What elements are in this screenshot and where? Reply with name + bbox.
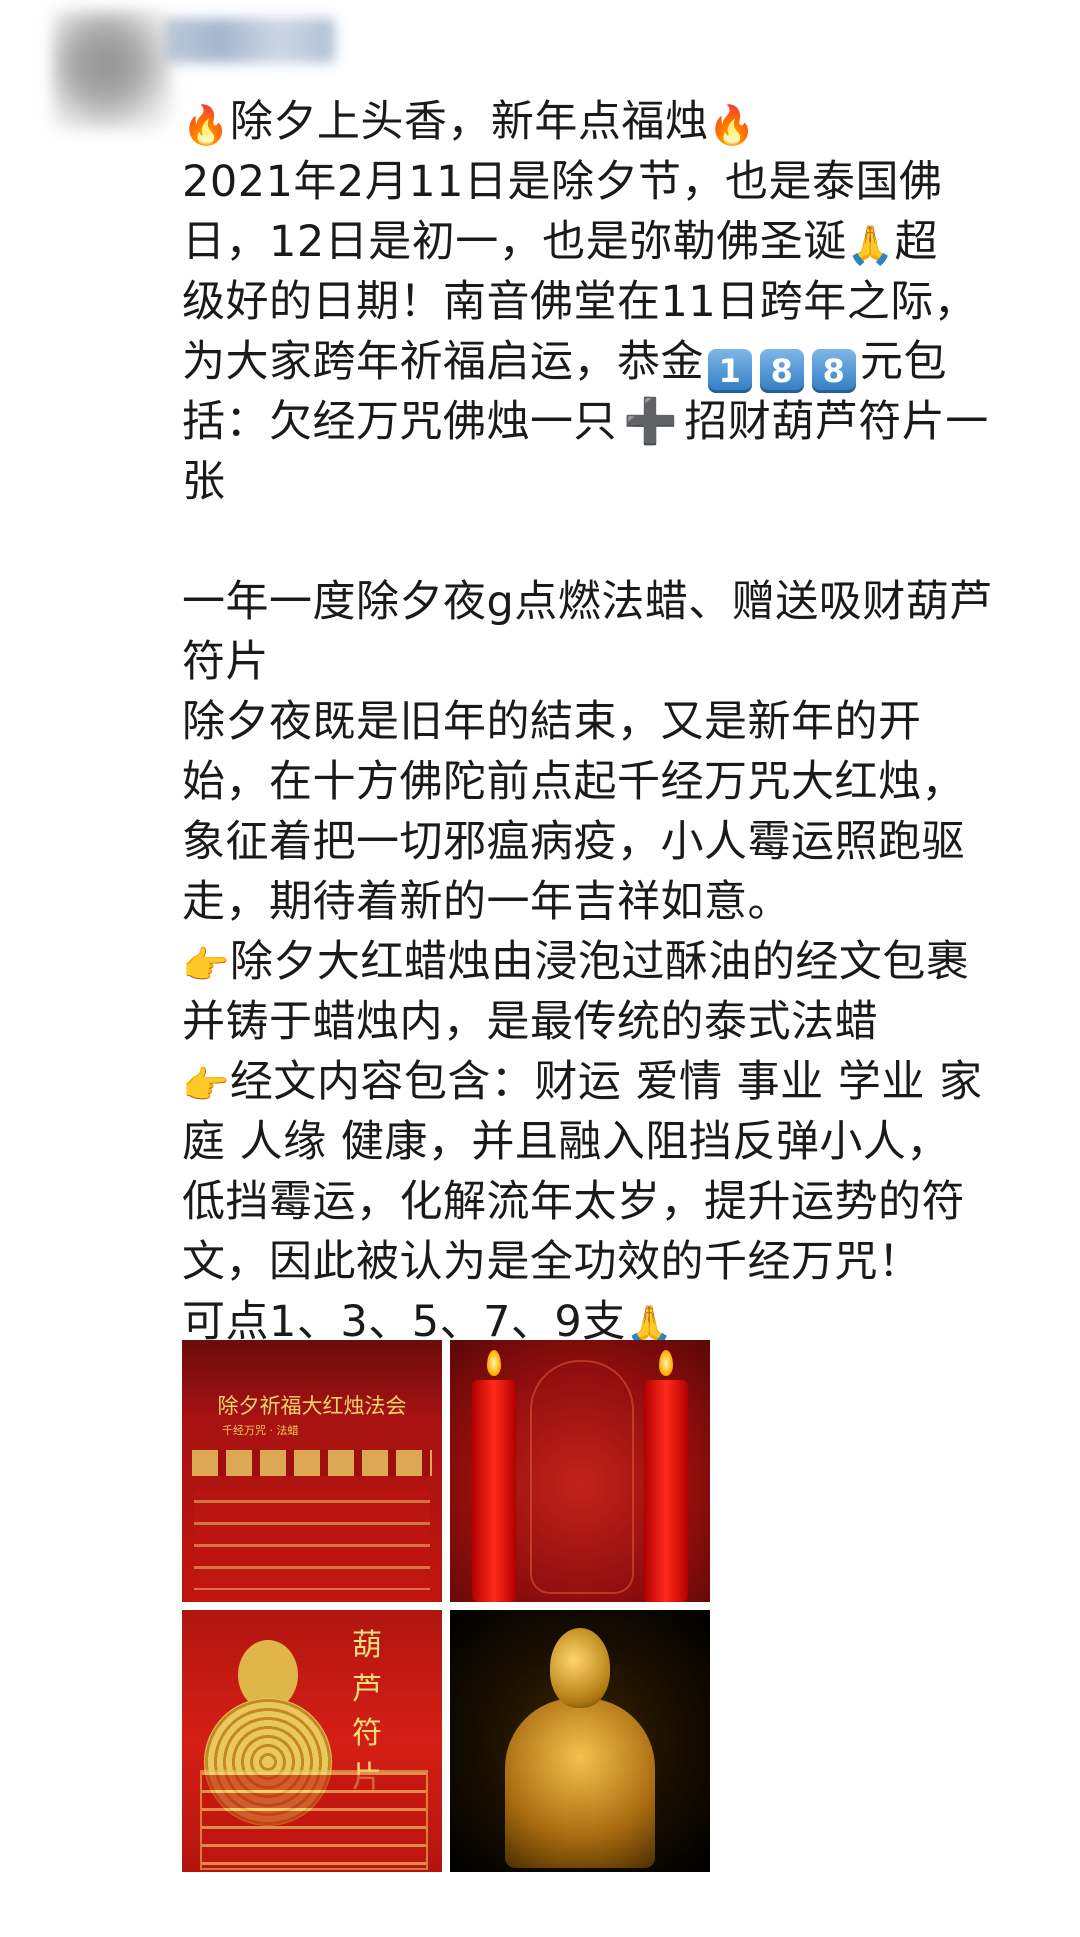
- poster-body-text: [194, 1490, 430, 1590]
- post-line: 日，12日是初一，也是弥勒佛圣诞🙏超: [182, 212, 1042, 272]
- candle-left: [472, 1380, 516, 1602]
- image-candle-ceremony-poster[interactable]: 除夕祈福大红烛法会 千经万咒 · 法蜡: [182, 1340, 442, 1602]
- post-title: 除夕上头香，新年点福烛: [229, 97, 709, 147]
- post-line: 2021年2月11日是除夕节，也是泰国佛: [182, 157, 943, 207]
- username-blurred[interactable]: [165, 18, 335, 63]
- post-text-segment: 括：欠经万咒佛烛一只: [182, 397, 617, 447]
- candle-right: [644, 1380, 688, 1602]
- buddha-body: [505, 1698, 655, 1868]
- post-text-segment: 经文内容包含：财运 爱情 事业 学业 家: [229, 1057, 983, 1107]
- post-line: 低挡霉运，化解流年太岁，提升运势的符: [182, 1177, 965, 1227]
- post-line: 🔥除夕上头香，新年点福烛🔥: [182, 92, 1042, 152]
- keycap-1-icon: 1: [708, 349, 752, 393]
- image-red-candles-buddha[interactable]: [450, 1340, 710, 1602]
- image-gourd-talisman[interactable]: 葫芦符片: [182, 1610, 442, 1872]
- post-line: 符片: [182, 637, 269, 687]
- avatar[interactable]: [52, 10, 172, 130]
- post-line: 走，期待着新的一年吉祥如意。: [182, 877, 791, 927]
- post-line: 括：欠经万咒佛烛一只 ➕ 招财葫芦符片一: [182, 392, 1042, 452]
- candle-row: [192, 1450, 432, 1476]
- post-line: 始，在十方佛陀前点起千经万咒大红烛，: [182, 757, 965, 807]
- fire-icon: 🔥: [708, 103, 757, 147]
- image-golden-buddha[interactable]: [450, 1610, 710, 1872]
- talisman-body-text: [200, 1770, 428, 1870]
- pointing-hand-icon: 👉: [182, 1063, 230, 1107]
- flame-icon: [487, 1350, 501, 1376]
- post-line: 文，因此被认为是全功效的千经万咒！: [182, 1237, 922, 1287]
- plus-icon: ➕: [623, 396, 679, 447]
- keycap-8-icon: 8: [760, 349, 804, 393]
- post-line: 张: [182, 457, 226, 507]
- post-line: 象征着把一切邪瘟病疫，小人霉运照跑驱: [182, 817, 965, 867]
- pray-icon: 🙏: [846, 223, 895, 267]
- poster-subtitle: 千经万咒 · 法蜡: [222, 1424, 299, 1437]
- post-line: 除夕夜既是旧年的結束，又是新年的开: [182, 697, 922, 747]
- keycap-8-icon: 8: [812, 349, 856, 393]
- post-line: 一年一度除夕夜g点燃法蜡、赠送吸财葫芦: [182, 577, 993, 627]
- image-grid: 除夕祈福大红烛法会 千经万咒 · 法蜡 葫芦符片: [182, 1340, 710, 1876]
- post-text-segment: 超: [894, 217, 939, 267]
- post-line: 并铸于蜡烛内，是最传统的泰式法蜡: [182, 997, 878, 1047]
- post-line: 为大家跨年祈福启运，恭金 1 8 8 元包: [182, 332, 1042, 393]
- post-text-segment: 招财葫芦符片一: [684, 397, 989, 447]
- pointing-hand-icon: 👉: [182, 943, 230, 987]
- post-line: 👉经文内容包含：财运 爱情 事业 学业 家: [182, 1052, 1042, 1112]
- buddha-outline: [530, 1360, 634, 1594]
- flame-icon: [659, 1350, 673, 1376]
- post-text: 🔥除夕上头香，新年点福烛🔥 2021年2月11日是除夕节，也是泰国佛 日，12日…: [182, 92, 1042, 1352]
- post-text-segment: 元包: [860, 337, 947, 387]
- post-text-segment: 除夕大红蜡烛由浸泡过酥油的经文包裹: [229, 937, 970, 987]
- fire-icon: 🔥: [182, 103, 230, 147]
- golden-buddha-statue: [505, 1628, 655, 1868]
- post-line: 👉除夕大红蜡烛由浸泡过酥油的经文包裹: [182, 932, 1042, 992]
- buddha-head: [550, 1628, 610, 1708]
- post-text-segment: 日，12日是初一，也是弥勒佛圣诞: [182, 217, 847, 267]
- post-text-segment: 为大家跨年祈福启运，恭金: [182, 337, 704, 387]
- poster-title: 除夕祈福大红烛法会: [217, 1394, 407, 1418]
- post-line: 庭 人缘 健康，并且融入阻挡反弹小人，: [182, 1117, 950, 1167]
- post-line: 级好的日期！南音佛堂在11日跨年之际，: [182, 277, 978, 327]
